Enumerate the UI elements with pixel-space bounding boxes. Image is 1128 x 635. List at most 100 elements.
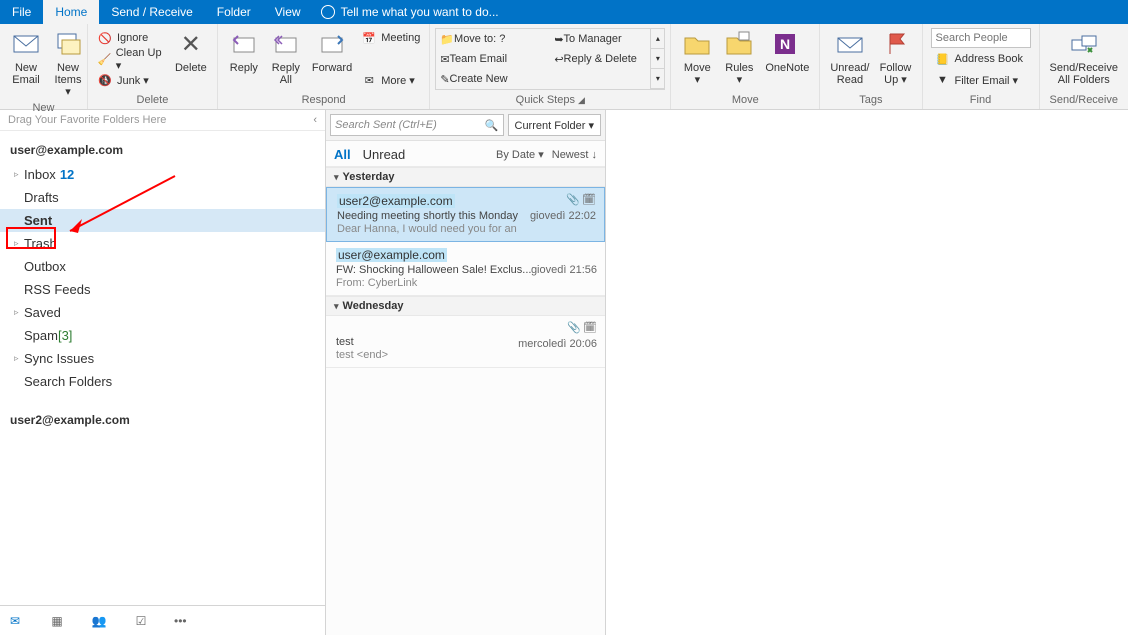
message-preview: test <end> (336, 349, 595, 361)
main-area: Drag Your Favorite Folders Here ‹ user@e… (0, 110, 1128, 635)
calendar-nav-icon[interactable]: ▦ (48, 612, 66, 630)
group-label-quicksteps: Quick Steps ◢ (430, 94, 670, 109)
group-label-delete: Delete (88, 94, 217, 109)
folder-sync-issues[interactable]: ▹Sync Issues (0, 347, 325, 370)
reply-icon (228, 28, 260, 60)
nav-more-icon[interactable]: ••• (174, 614, 187, 628)
message-item[interactable]: 📎🗓 test test <end> mercoledì 20:06 (326, 316, 605, 368)
people-nav-icon[interactable]: 👥 (90, 612, 108, 630)
folder-outbox[interactable]: Outbox (0, 255, 325, 278)
qs-scroll[interactable]: ▴▾▾ (650, 29, 664, 89)
qs-team-email[interactable]: ✉Team Email (436, 49, 550, 69)
more-respond-button[interactable]: ✉More ▾ (357, 70, 424, 90)
forward-button[interactable]: Forward (307, 26, 357, 76)
address-book-button[interactable]: 📒Address Book (931, 49, 1031, 69)
meeting-icon: 📅 (361, 30, 377, 46)
message-date: mercoledì 20:06 (518, 338, 597, 350)
view-tab-all[interactable]: All (334, 147, 351, 162)
reply-all-button[interactable]: Reply All (265, 26, 307, 88)
search-mail-input[interactable]: Search Sent (Ctrl+E) 🔍 (330, 114, 504, 136)
message-list-pane: Search Sent (Ctrl+E) 🔍 Current Folder ▾ … (326, 110, 606, 635)
onenote-button[interactable]: N OneNote (760, 26, 814, 76)
account-header-1[interactable]: user@example.com (0, 137, 325, 163)
filter-email-button[interactable]: ▼Filter Email ▾ (931, 70, 1031, 90)
folder-drafts[interactable]: Drafts (0, 186, 325, 209)
folder-pane: Drag Your Favorite Folders Here ‹ user@e… (0, 110, 326, 635)
sort-order-dropdown[interactable]: Newest ↓ (552, 149, 597, 161)
filter-row: All Unread By Date ▾ Newest ↓ (326, 141, 605, 167)
folder-spam[interactable]: Spam [3] (0, 324, 325, 347)
folder-list: user@example.com ▹Inbox12 Drafts Sent ▹T… (0, 131, 325, 605)
collapse-fav-icon[interactable]: ‹ (313, 114, 317, 126)
unread-read-button[interactable]: Unread/ Read (825, 26, 874, 88)
qs-up-icon[interactable]: ▴ (651, 29, 664, 49)
forward-icon (316, 28, 348, 60)
attachment-icon: 📎 (567, 320, 581, 334)
folder-search-folders[interactable]: Search Folders (0, 370, 325, 393)
message-item[interactable]: 📎🗓 user2@example.com Needing meeting sho… (326, 187, 605, 242)
flag-icon (880, 28, 912, 60)
search-people-input[interactable] (931, 28, 1031, 48)
qs-expand-icon[interactable]: ▾ (651, 69, 664, 89)
attachment-icon: 📎 (566, 192, 580, 206)
tab-send-receive[interactable]: Send / Receive (99, 0, 204, 24)
expander-icon: ▹ (14, 353, 22, 364)
rules-icon (723, 28, 755, 60)
calendar-item-icon: 🗓 (582, 192, 596, 206)
date-group-header[interactable]: Yesterday (326, 167, 605, 187)
qs-move-to[interactable]: 📁Move to: ? (436, 29, 550, 49)
new-email-button[interactable]: New Email (5, 26, 47, 88)
reply-button[interactable]: Reply (223, 26, 265, 76)
new-items-icon (52, 28, 84, 60)
delete-button[interactable]: ✕ Delete (170, 26, 212, 76)
meeting-button[interactable]: 📅Meeting (357, 28, 424, 48)
folder-move-icon: 📁 (440, 33, 454, 46)
tasks-nav-icon[interactable]: ☑ (132, 612, 150, 630)
favorites-drop-zone[interactable]: Drag Your Favorite Folders Here ‹ (0, 110, 325, 131)
junk-icon: 🚯 (97, 72, 113, 88)
qs-reply-delete[interactable]: ↩Reply & Delete (550, 49, 664, 69)
search-scope-dropdown[interactable]: Current Folder ▾ (508, 114, 602, 136)
date-group-header[interactable]: Wednesday (326, 296, 605, 316)
qs-down-icon[interactable]: ▾ (651, 49, 664, 69)
reply-all-icon (270, 28, 302, 60)
folder-saved[interactable]: ▹Saved (0, 301, 325, 324)
tab-home[interactable]: Home (43, 0, 99, 24)
tell-me-text: Tell me what you want to do... (341, 5, 499, 19)
tab-folder[interactable]: Folder (205, 0, 263, 24)
follow-up-button[interactable]: Follow Up ▾ (875, 26, 917, 88)
rules-button[interactable]: Rules ▾ (718, 26, 760, 88)
tab-file[interactable]: File (0, 0, 43, 24)
qs-create-new[interactable]: ✎Create New (436, 69, 550, 89)
send-receive-all-button[interactable]: Send/Receive All Folders (1045, 26, 1124, 88)
message-date: giovedì 22:02 (530, 210, 596, 222)
junk-button[interactable]: 🚯Junk ▾ (93, 70, 170, 90)
folder-rss[interactable]: RSS Feeds (0, 278, 325, 301)
move-button[interactable]: Move ▾ (676, 26, 718, 88)
quick-steps-gallery[interactable]: 📁Move to: ? ➥To Manager ✉Team Email ↩Rep… (435, 28, 665, 90)
group-label-move: Move (671, 94, 819, 109)
new-items-button[interactable]: New Items ▾ (47, 26, 89, 100)
cleanup-button[interactable]: 🧹Clean Up ▾ (93, 49, 170, 69)
ignore-button[interactable]: 🚫Ignore (93, 28, 170, 48)
folder-inbox[interactable]: ▹Inbox12 (0, 163, 325, 186)
folder-trash[interactable]: ▹Trash (0, 232, 325, 255)
account-header-2[interactable]: user2@example.com (0, 407, 325, 433)
mail-nav-icon[interactable]: ✉ (6, 612, 24, 630)
tell-me-search[interactable]: Tell me what you want to do... (321, 5, 499, 19)
qs-to-manager[interactable]: ➥To Manager (550, 29, 664, 49)
address-book-icon: 📒 (935, 51, 951, 67)
message-preview: From: CyberLink (336, 277, 595, 289)
view-tab-unread[interactable]: Unread (363, 147, 406, 162)
expander-icon: ▹ (14, 238, 22, 249)
folder-sent[interactable]: Sent (0, 209, 325, 232)
group-label-respond: Respond (218, 94, 429, 109)
calendar-item-icon: 🗓 (583, 320, 597, 334)
create-new-icon: ✎ (440, 73, 449, 86)
envelope-icon (10, 28, 42, 60)
tab-view[interactable]: View (263, 0, 313, 24)
search-icon: 🔍 (485, 119, 499, 132)
sort-by-dropdown[interactable]: By Date ▾ (496, 148, 544, 161)
message-item[interactable]: user@example.com FW: Shocking Halloween … (326, 242, 605, 296)
svg-text:N: N (780, 36, 790, 52)
